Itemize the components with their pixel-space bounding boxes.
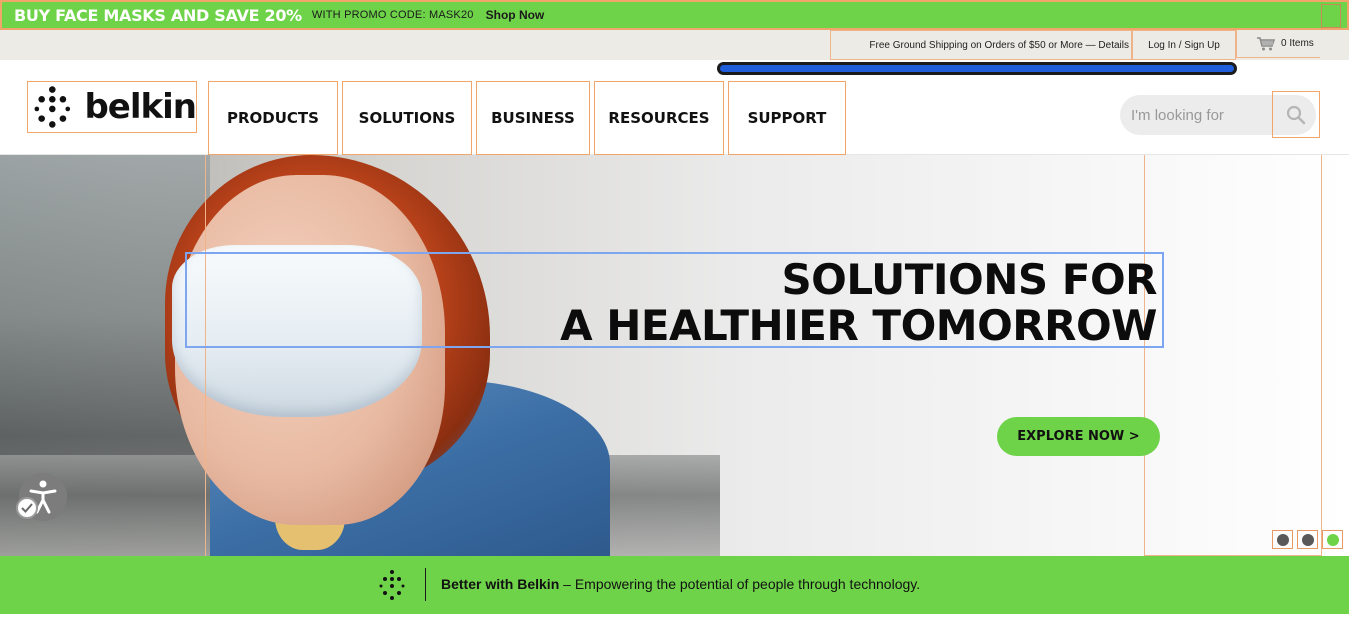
belkin-mark-icon: [379, 570, 405, 600]
hero-banner: SOLUTIONS FOR A HEALTHIER TOMORROW EXPLO…: [0, 155, 1349, 556]
search-button[interactable]: [1272, 91, 1320, 138]
tagline-divider: [425, 568, 426, 601]
hero-title-line2: A HEALTHIER TOMORROW: [560, 301, 1157, 350]
promo-headline: BUY FACE MASKS AND SAVE 20%: [14, 5, 302, 25]
explore-now-button[interactable]: EXPLORE NOW >: [997, 417, 1160, 456]
loading-bar: [717, 62, 1237, 75]
check-icon: [21, 503, 33, 513]
login-signup-link[interactable]: Log In / Sign Up: [1132, 30, 1236, 60]
cart-link[interactable]: 0 Items: [1236, 30, 1320, 58]
tagline-description: – Empowering the potential of people thr…: [559, 576, 921, 592]
logo-wordmark: belkin: [84, 87, 197, 127]
promo-bar: BUY FACE MASKS AND SAVE 20% WITH PROMO C…: [0, 0, 1349, 30]
hero-title-line1: SOLUTIONS FOR: [781, 255, 1157, 304]
promo-close-button[interactable]: [1321, 4, 1341, 28]
carousel-dot-2[interactable]: [1297, 530, 1318, 549]
main-nav: PRODUCTS SOLUTIONS BUSINESS RESOURCES SU…: [208, 81, 850, 155]
nav-products[interactable]: PRODUCTS: [208, 81, 338, 155]
belkin-logo[interactable]: belkin: [27, 81, 197, 133]
tagline-bar: Better with Belkin – Empowering the pote…: [0, 556, 1349, 614]
utility-bar: Free Ground Shipping on Orders of $50 or…: [0, 30, 1349, 60]
nav-support[interactable]: SUPPORT: [728, 81, 846, 155]
belkin-logo-icon: [34, 86, 71, 128]
tagline-brand: Better with Belkin: [441, 576, 560, 592]
search-icon: [1286, 105, 1306, 124]
search-input[interactable]: [1131, 106, 1271, 124]
nav-business[interactable]: BUSINESS: [476, 81, 590, 155]
carousel-dot-1[interactable]: [1272, 530, 1293, 549]
hero-frame-right: [1144, 155, 1322, 556]
hero-title: SOLUTIONS FOR A HEALTHIER TOMORROW: [560, 257, 1157, 349]
promo-code-text: WITH PROMO CODE: MASK20: [311, 9, 474, 21]
cart-count: 0 Items: [1281, 38, 1314, 49]
carousel-dot-3[interactable]: [1322, 530, 1343, 549]
cart-icon: [1257, 36, 1275, 50]
nav-solutions[interactable]: SOLUTIONS: [342, 81, 472, 155]
shipping-details-link[interactable]: Free Ground Shipping on Orders of $50 or…: [830, 30, 1132, 60]
accessibility-status: [16, 497, 38, 519]
nav-resources[interactable]: RESOURCES: [594, 81, 724, 155]
hero-title-box: SOLUTIONS FOR A HEALTHIER TOMORROW: [185, 252, 1164, 349]
tagline-text: Better with Belkin – Empowering the pote…: [441, 576, 920, 592]
shop-now-link[interactable]: Shop Now: [486, 8, 545, 22]
carousel-dots: [1272, 530, 1343, 549]
